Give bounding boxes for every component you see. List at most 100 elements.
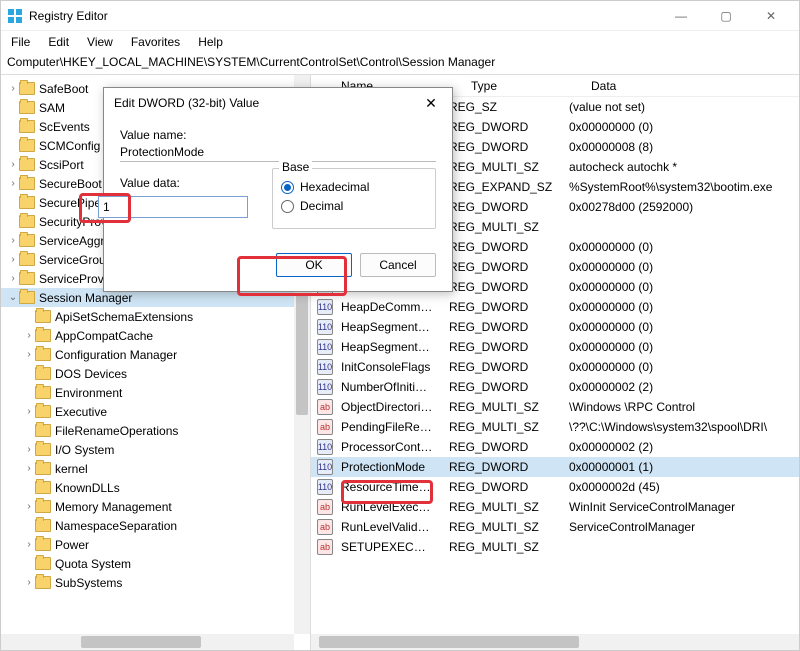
- value-type: REG_DWORD: [441, 200, 561, 214]
- tree-label: FileRenameOperations: [55, 424, 178, 438]
- chevron-icon[interactable]: ›: [23, 501, 35, 512]
- folder-icon: [35, 443, 51, 456]
- dialog-close-icon[interactable]: ✕: [420, 95, 442, 112]
- chevron-icon[interactable]: ›: [7, 254, 19, 265]
- value-row[interactable]: 110NumberOfInitial...REG_DWORD0x00000002…: [311, 377, 799, 397]
- value-type-icon: 110: [317, 319, 333, 335]
- value-type: REG_DWORD: [441, 300, 561, 314]
- value-name-field[interactable]: [120, 142, 436, 162]
- value-row[interactable]: 110ProtectionModeREG_DWORD0x00000001 (1): [311, 457, 799, 477]
- tree-label: SecurePipe: [39, 196, 101, 210]
- value-row[interactable]: 110ResourceTimeout...REG_DWORD0x0000002d…: [311, 477, 799, 497]
- value-type-icon: ab: [317, 419, 333, 435]
- tree-label: SCMConfig: [39, 139, 100, 153]
- chevron-icon[interactable]: ›: [23, 349, 35, 360]
- folder-icon: [35, 367, 51, 380]
- value-row[interactable]: abRunLevelExecuteREG_MULTI_SZWinInit Ser…: [311, 497, 799, 517]
- tree-label: Power: [55, 538, 89, 552]
- chevron-icon[interactable]: ›: [23, 577, 35, 588]
- tree-node[interactable]: ›I/O System: [1, 440, 310, 459]
- ok-button[interactable]: OK: [276, 253, 352, 277]
- value-type-icon: 110: [317, 459, 333, 475]
- value-row[interactable]: 110HeapSegmentRe...REG_DWORD0x00000000 (…: [311, 337, 799, 357]
- value-type: REG_DWORD: [441, 240, 561, 254]
- menu-edit[interactable]: Edit: [48, 35, 69, 49]
- value-row[interactable]: abPendingFileRena...REG_MULTI_SZ\??\C:\W…: [311, 417, 799, 437]
- values-horizontal-scrollbar[interactable]: [311, 634, 799, 650]
- value-row[interactable]: 110InitConsoleFlagsREG_DWORD0x00000000 (…: [311, 357, 799, 377]
- tree-node[interactable]: ApiSetSchemaExtensions: [1, 307, 310, 326]
- value-type: REG_MULTI_SZ: [441, 500, 561, 514]
- folder-icon: [19, 139, 35, 152]
- value-row[interactable]: 110ProcessorControlREG_DWORD0x00000002 (…: [311, 437, 799, 457]
- tree-node[interactable]: › Memory Management: [1, 497, 310, 516]
- value-data: 0x00000000 (0): [561, 360, 799, 374]
- value-data: (value not set): [561, 100, 799, 114]
- minimize-button[interactable]: —: [659, 2, 703, 30]
- value-data: 0x00000000 (0): [561, 120, 799, 134]
- value-type-icon: ab: [317, 539, 333, 555]
- col-data[interactable]: Data: [583, 79, 799, 93]
- tree-label: Memory Management: [55, 500, 172, 514]
- cancel-button[interactable]: Cancel: [360, 253, 436, 277]
- chevron-icon[interactable]: ›: [7, 83, 19, 94]
- close-button[interactable]: ✕: [749, 2, 793, 30]
- maximize-button[interactable]: ▢: [704, 2, 748, 30]
- value-name: RunLevelValidate: [333, 520, 441, 534]
- chevron-icon[interactable]: ›: [23, 444, 35, 455]
- value-row[interactable]: 110HeapDeCommit...REG_DWORD0x00000000 (0…: [311, 297, 799, 317]
- value-type: REG_EXPAND_SZ: [441, 180, 561, 194]
- tree-horizontal-scrollbar[interactable]: [1, 634, 294, 650]
- value-type-icon: ab: [317, 499, 333, 515]
- tree-node[interactable]: › Executive: [1, 402, 310, 421]
- value-data-input[interactable]: [98, 196, 248, 218]
- menu-help[interactable]: Help: [198, 35, 223, 49]
- tree-node[interactable]: FileRenameOperations: [1, 421, 310, 440]
- tree-node[interactable]: Environment: [1, 383, 310, 402]
- radio-decimal[interactable]: Decimal: [281, 199, 427, 213]
- chevron-icon[interactable]: ›: [23, 330, 35, 341]
- folder-icon: [35, 538, 51, 551]
- tree-label: KnownDLLs: [55, 481, 120, 495]
- tree-node[interactable]: › Configuration Manager: [1, 345, 310, 364]
- menu-view[interactable]: View: [87, 35, 113, 49]
- folder-icon: [35, 462, 51, 475]
- folder-icon: [35, 557, 51, 570]
- tree-label: SecureBoot: [39, 177, 102, 191]
- tree-label: Configuration Manager: [55, 348, 177, 362]
- value-data: 0x00000002 (2): [561, 380, 799, 394]
- tree-label: Executive: [55, 405, 107, 419]
- chevron-icon[interactable]: ›: [7, 273, 19, 284]
- radio-dec-label: Decimal: [300, 199, 343, 213]
- chevron-icon[interactable]: ›: [23, 539, 35, 550]
- chevron-icon[interactable]: ›: [7, 235, 19, 246]
- value-row[interactable]: abObjectDirectoriesREG_MULTI_SZ\Windows …: [311, 397, 799, 417]
- chevron-icon[interactable]: ⌄: [7, 292, 19, 303]
- radio-hexadecimal[interactable]: Hexadecimal: [281, 180, 427, 194]
- menu-favorites[interactable]: Favorites: [131, 35, 180, 49]
- value-type-icon: ab: [317, 399, 333, 415]
- chevron-icon[interactable]: ›: [7, 159, 19, 170]
- chevron-icon[interactable]: ›: [23, 406, 35, 417]
- chevron-icon[interactable]: ›: [23, 463, 35, 474]
- tree-node[interactable]: ›kernel: [1, 459, 310, 478]
- folder-icon: [19, 291, 35, 304]
- tree-node[interactable]: NamespaceSeparation: [1, 516, 310, 535]
- chevron-icon[interactable]: ›: [7, 178, 19, 189]
- tree-label: ApiSetSchemaExtensions: [55, 310, 193, 324]
- tree-node[interactable]: ›AppCompatCache: [1, 326, 310, 345]
- tree-node[interactable]: DOS Devices: [1, 364, 310, 383]
- tree-node[interactable]: KnownDLLs: [1, 478, 310, 497]
- value-data: 0x0000002d (45): [561, 480, 799, 494]
- menu-file[interactable]: File: [11, 35, 30, 49]
- tree-node[interactable]: › Power: [1, 535, 310, 554]
- address-bar[interactable]: Computer\HKEY_LOCAL_MACHINE\SYSTEM\Curre…: [1, 53, 799, 75]
- value-name: ProtectionMode: [333, 460, 441, 474]
- col-type[interactable]: Type: [463, 79, 583, 93]
- value-row[interactable]: abSETUPEXECUTEREG_MULTI_SZ: [311, 537, 799, 557]
- value-row[interactable]: abRunLevelValidateREG_MULTI_SZServiceCon…: [311, 517, 799, 537]
- value-data: ServiceControlManager: [561, 520, 799, 534]
- tree-node[interactable]: Quota System: [1, 554, 310, 573]
- value-row[interactable]: 110HeapSegmentCo...REG_DWORD0x00000000 (…: [311, 317, 799, 337]
- tree-node[interactable]: ›SubSystems: [1, 573, 310, 592]
